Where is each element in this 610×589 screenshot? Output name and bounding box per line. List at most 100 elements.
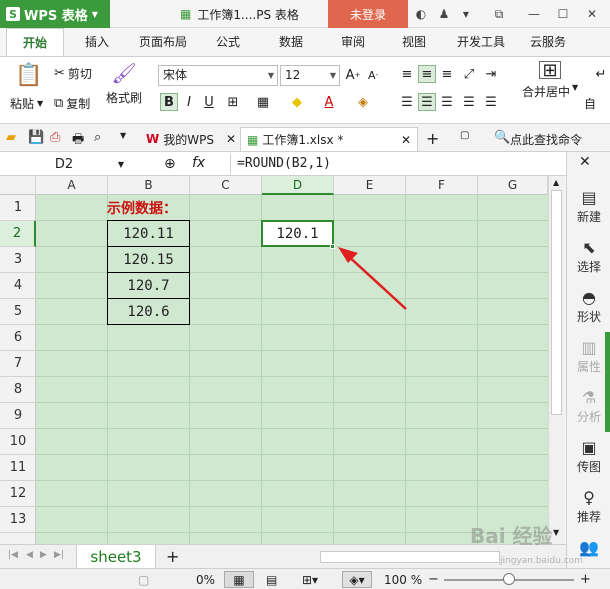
column-header[interactable]: E xyxy=(334,176,406,195)
scroll-down-icon[interactable]: ▼ xyxy=(553,528,559,537)
panel-upload-image-button[interactable]: ▣ 传图 xyxy=(567,438,610,475)
function-icon[interactable]: fx xyxy=(192,155,205,171)
macro-icon[interactable]: ▢ xyxy=(138,571,149,588)
row-header[interactable]: 3 xyxy=(0,247,36,273)
prev-sheet-icon[interactable]: ◀ xyxy=(26,550,33,560)
panel-select-button[interactable]: ⬉ 选择 xyxy=(567,238,610,275)
skin-icon[interactable]: ◐ xyxy=(413,6,429,22)
zoom-slider-knob[interactable] xyxy=(503,573,515,585)
font-size-select[interactable]: 12 ▼ xyxy=(280,65,340,86)
login-button[interactable]: 未登录 xyxy=(328,0,408,28)
minimize-icon[interactable]: — xyxy=(526,6,542,22)
orientation-icon[interactable]: ⤢ xyxy=(460,65,478,83)
tab-view[interactable]: 视图 xyxy=(392,28,436,56)
add-sheet-button[interactable]: + xyxy=(166,547,179,566)
name-box[interactable]: D2 ▼ xyxy=(0,154,128,174)
row-header[interactable]: 7 xyxy=(0,351,36,377)
new-tab-button[interactable]: + xyxy=(426,129,439,148)
close-tab-icon[interactable]: ✕ xyxy=(401,133,411,147)
horizontal-scroll-thumb[interactable] xyxy=(320,551,500,563)
panel-new-button[interactable]: ▤ 新建 xyxy=(567,188,610,225)
fill-color-icon[interactable]: ◆ xyxy=(288,93,306,111)
tab-developer[interactable]: 开发工具 xyxy=(450,28,512,56)
shirt-icon[interactable]: ♟ xyxy=(436,6,452,22)
bold-button[interactable]: B xyxy=(160,93,178,111)
formula-input[interactable]: =ROUND(B2,1) xyxy=(230,154,560,174)
cut-button[interactable]: ✂ 剪切 xyxy=(54,65,92,82)
panel-properties-button[interactable]: ▥ 属性 xyxy=(567,338,610,375)
search-command-label[interactable]: 点此查找命令 xyxy=(510,131,582,148)
row-header[interactable]: 13 xyxy=(0,507,36,533)
tab-data[interactable]: 数据 xyxy=(268,28,314,56)
tab-my-wps[interactable]: W 我的WPS ✕ xyxy=(140,127,242,151)
column-header[interactable]: F xyxy=(406,176,478,195)
wrap-text-icon[interactable]: ↵ xyxy=(592,65,610,83)
row-header[interactable]: 11 xyxy=(0,455,36,481)
italic-button[interactable]: I xyxy=(180,93,198,111)
column-header[interactable]: D xyxy=(262,176,334,195)
border-icon[interactable]: ⊞ xyxy=(224,93,242,111)
search-command-icon[interactable]: 🔍 xyxy=(494,130,510,145)
panel-collapse-handle[interactable] xyxy=(605,332,610,432)
sheet-tab[interactable]: sheet3 xyxy=(76,545,156,569)
cell-area[interactable]: 示例数据： 120.11 120.15 120.7 120.6 120.1 xyxy=(36,195,548,544)
column-header[interactable]: G xyxy=(478,176,548,195)
zoom-in-icon[interactable]: + xyxy=(580,571,591,588)
print-preview-icon[interactable]: ⌕ xyxy=(94,130,101,145)
close-icon[interactable]: ✕ xyxy=(584,6,600,22)
tab-workbook1[interactable]: ▦ 工作簿1.xlsx * ✕ xyxy=(240,127,418,151)
last-sheet-icon[interactable]: ▶| xyxy=(54,550,64,560)
row-header[interactable]: 2 xyxy=(0,221,36,247)
page-layout-view-icon[interactable]: ⊞▾ xyxy=(302,571,318,588)
app-menu-button[interactable]: S WPS 表格 ▼ xyxy=(0,0,110,28)
zoom-out-icon[interactable]: − xyxy=(428,571,439,588)
tab-page-layout[interactable]: 页面布局 xyxy=(132,28,194,56)
zoom-icon[interactable]: ⊕ xyxy=(164,156,176,172)
close-tab-icon[interactable]: ✕ xyxy=(226,132,236,146)
align-center-icon[interactable]: ☰ xyxy=(418,93,436,111)
panel-close-icon[interactable]: ✕ xyxy=(579,154,591,170)
merge-center-button[interactable]: ⊞ 合并居中 ▼ xyxy=(522,60,578,100)
align-left-icon[interactable]: ☰ xyxy=(398,93,416,111)
tabs-dropdown-icon[interactable]: ▢ xyxy=(460,130,469,141)
align-middle-icon[interactable]: ≡ xyxy=(418,65,436,83)
paste-button[interactable]: 📋 xyxy=(12,63,46,88)
first-sheet-icon[interactable]: |◀ xyxy=(8,550,18,560)
customize-dropdown-icon[interactable]: ▼ xyxy=(120,131,126,140)
decrease-font-icon[interactable]: A- xyxy=(364,66,382,84)
column-header[interactable]: B xyxy=(108,176,190,195)
tab-formulas[interactable]: 公式 xyxy=(206,28,250,56)
export-pdf-icon[interactable]: ⎙ xyxy=(50,130,60,145)
scroll-thumb[interactable] xyxy=(551,190,562,415)
open-folder-icon[interactable]: ▰ xyxy=(6,130,16,145)
paste-menu[interactable]: 粘贴 ▼ xyxy=(10,95,43,112)
save-icon[interactable]: 💾 xyxy=(28,130,44,145)
panel-recommend-button[interactable]: ♀ 推荐 xyxy=(567,488,610,525)
autowrap-button[interactable]: 自 xyxy=(584,95,596,112)
row-header[interactable]: 1 xyxy=(0,195,36,221)
select-all-corner[interactable] xyxy=(0,176,36,195)
maximize-icon[interactable]: ☐ xyxy=(555,6,571,22)
font-color-icon[interactable]: A xyxy=(320,93,338,111)
panel-analysis-button[interactable]: ⚗ 分析 xyxy=(567,388,610,425)
tab-review[interactable]: 审阅 xyxy=(330,28,376,56)
font-name-select[interactable]: 宋体 ▼ xyxy=(158,65,278,86)
justify-icon[interactable]: ☰ xyxy=(460,93,478,111)
tab-cloud[interactable]: 云服务 xyxy=(522,28,574,56)
row-header[interactable]: 5 xyxy=(0,299,36,325)
vertical-scrollbar[interactable]: ▲ ▼ xyxy=(548,176,564,544)
next-sheet-icon[interactable]: ▶ xyxy=(40,550,47,560)
underline-button[interactable]: U xyxy=(200,93,218,111)
normal-view-icon[interactable]: ▦ xyxy=(224,571,254,588)
row-header[interactable]: 12 xyxy=(0,481,36,507)
row-header[interactable]: 6 xyxy=(0,325,36,351)
cell-style-icon[interactable]: ▦ xyxy=(254,93,272,111)
tab-insert[interactable]: 插入 xyxy=(74,28,120,56)
distributed-icon[interactable]: ☰ xyxy=(482,93,500,111)
panel-shape-button[interactable]: ◓ 形状 xyxy=(567,288,610,325)
print-icon[interactable]: 🖶 xyxy=(72,130,84,152)
align-right-icon[interactable]: ☰ xyxy=(438,93,456,111)
panel-users-button[interactable]: 👥 xyxy=(567,538,610,558)
zoom-level[interactable]: 100 % xyxy=(384,571,422,588)
align-bottom-icon[interactable]: ≡ xyxy=(438,65,456,83)
